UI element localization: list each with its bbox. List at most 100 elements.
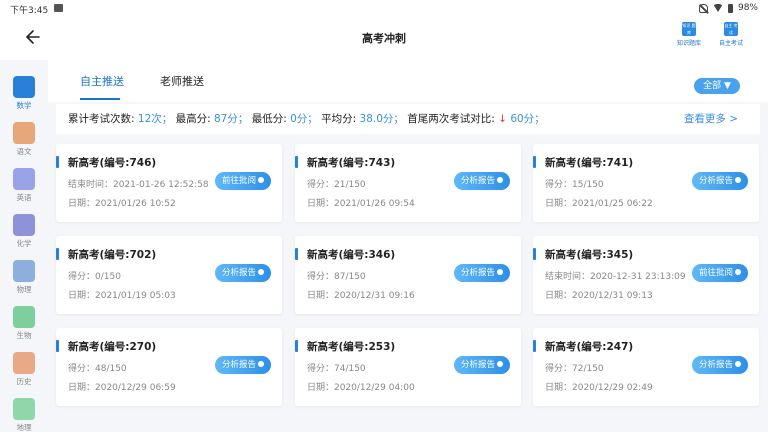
- exam-card[interactable]: 新高考(编号:746) 结束时间：2021-01-26 12:52:58 日期：20…: [56, 144, 282, 222]
- card-action-button[interactable]: 前往批阅: [692, 264, 748, 282]
- battery-level: 98%: [737, 3, 758, 13]
- sidebar-item-6[interactable]: 历史: [0, 352, 48, 387]
- card-line1: 得分：48/150: [68, 364, 127, 374]
- exam-card[interactable]: 新高考(编号:741) 得分：15/150 日期：2021/01/25 06:22 分…: [533, 144, 759, 222]
- card-date: 日期：2021/01/26 09:54: [307, 199, 415, 209]
- sidebar-item-label: 英语: [16, 193, 32, 202]
- card-action-button[interactable]: 分析报告: [215, 264, 271, 282]
- tab-teacher-push[interactable]: 老师推送: [160, 73, 204, 89]
- sidebar-item-7[interactable]: 地理: [0, 398, 48, 433]
- sidebar-item-label: 地理: [16, 423, 32, 432]
- exam-card[interactable]: 新高考(编号:743) 得分：21/150 日期：2021/01/26 09:54 分…: [295, 144, 521, 222]
- card-action-label: 分析报告: [698, 176, 733, 186]
- card-action-label: 分析报告: [460, 268, 495, 278]
- card-action-label: 分析报告: [698, 360, 733, 370]
- card-line1: 得分：74/150: [307, 364, 366, 374]
- card-action-label: 分析报告: [221, 360, 256, 370]
- card-line1: 得分：87/150: [307, 272, 366, 282]
- card-accent-bar: [56, 340, 59, 352]
- sidebar-item-label: 数学: [16, 101, 32, 110]
- sidebar-item-3[interactable]: 化学: [0, 214, 48, 249]
- card-action-label: 分析报告: [460, 176, 495, 186]
- card-action-button[interactable]: 分析报告: [692, 172, 748, 190]
- max-score-value: 87分: [214, 113, 238, 125]
- chevron-right-icon: [497, 361, 503, 367]
- chevron-right-icon: [497, 177, 503, 183]
- sidebar-item-4[interactable]: 物理: [0, 260, 48, 295]
- max-score-label: 最高分:: [175, 113, 211, 125]
- subject-icon: [13, 352, 35, 374]
- card-accent-bar: [295, 156, 298, 168]
- card-title: 新高考(编号:741): [545, 157, 634, 169]
- card-date: 日期：2020/12/31 09:13: [545, 291, 653, 301]
- card-action-button[interactable]: 分析报告: [692, 356, 748, 374]
- filter-all-dropdown[interactable]: 全部 ▼: [694, 78, 740, 94]
- separator: ；: [393, 113, 404, 125]
- card-date: 日期：2020/12/29 06:59: [68, 383, 176, 393]
- card-line1: 结束时间：2020-12-31 23:13:09: [545, 272, 686, 282]
- compare-label: 首尾两次考试对比:: [407, 113, 495, 125]
- self-exam-icon: 自主 考试: [724, 22, 738, 36]
- subject-icon: [13, 168, 35, 190]
- knowledge-bank-label: 知识题库: [676, 40, 701, 47]
- exam-card[interactable]: 新高考(编号:346) 得分：87/150 日期：2020/12/31 09:16 分…: [295, 236, 521, 314]
- battery-icon: [727, 3, 733, 13]
- card-action-button[interactable]: 分析报告: [454, 356, 510, 374]
- card-title: 新高考(编号:746): [68, 157, 157, 169]
- bell-off-icon: [698, 3, 708, 13]
- separator: ；: [307, 113, 318, 125]
- compare-value: 60分: [510, 113, 535, 125]
- active-tab-indicator: [80, 98, 120, 100]
- exam-card[interactable]: 新高考(编号:270) 得分：48/150 日期：2020/12/29 06:59 分…: [56, 328, 282, 406]
- sidebar-item-label: 历史: [16, 377, 32, 386]
- view-more-link[interactable]: 查看更多 >: [684, 104, 738, 134]
- down-arrow-icon: ↓: [498, 113, 507, 125]
- min-score-label: 最低分:: [251, 113, 287, 125]
- exam-card[interactable]: 新高考(编号:247) 得分：72/150 日期：2020/12/29 02:49 分…: [533, 328, 759, 406]
- sidebar-item-label: 化学: [16, 239, 32, 248]
- subject-icon: [13, 214, 35, 236]
- sidebar-item-label: 生物: [16, 331, 32, 340]
- card-action-button[interactable]: 分析报告: [454, 172, 510, 190]
- card-accent-bar: [56, 156, 59, 168]
- sidebar-item-0[interactable]: 数学: [0, 76, 48, 111]
- separator: ；: [534, 113, 545, 125]
- card-action-button[interactable]: 分析报告: [454, 264, 510, 282]
- avg-score-value: 38.0分: [359, 113, 394, 125]
- exam-card[interactable]: 新高考(编号:702) 得分：0/150 日期：2021/01/19 05:03 分析…: [56, 236, 282, 314]
- chevron-right-icon: [258, 269, 264, 275]
- subject-sidebar: 数学语文英语化学物理生物历史地理: [0, 60, 48, 432]
- exam-card[interactable]: 新高考(编号:345) 结束时间：2020-12-31 23:13:09 日期：20…: [533, 236, 759, 314]
- card-line1: 得分：72/150: [545, 364, 604, 374]
- separator: ；: [161, 113, 173, 125]
- exam-count-value: 12次: [137, 113, 162, 125]
- sidebar-item-label: 物理: [16, 285, 32, 294]
- knowledge-bank-icon: 知识 题库: [682, 22, 696, 36]
- self-exam-label: 自主考试: [718, 40, 743, 47]
- card-line1: 得分：15/150: [545, 180, 604, 190]
- card-date: 日期：2021/01/25 06:22: [545, 199, 653, 209]
- chevron-right-icon: [258, 361, 264, 367]
- sidebar-item-1[interactable]: 语文: [0, 122, 48, 157]
- card-action-button[interactable]: 前往批阅: [215, 172, 271, 190]
- chevron-right-icon: [258, 177, 264, 183]
- card-title: 新高考(编号:253): [307, 341, 396, 353]
- card-action-button[interactable]: 分析报告: [215, 356, 271, 374]
- status-bar: 下午3:45 98%: [0, 0, 768, 18]
- card-date: 日期：2021/01/19 05:03: [68, 291, 176, 301]
- knowledge-bank-button[interactable]: 知识 题库 知识题库: [672, 22, 706, 47]
- wifi-icon: [712, 3, 723, 13]
- card-accent-bar: [295, 340, 298, 352]
- sidebar-item-label: 语文: [16, 147, 32, 156]
- card-title: 新高考(编号:270): [68, 341, 157, 353]
- card-action-label: 分析报告: [460, 360, 495, 370]
- card-title: 新高考(编号:743): [307, 157, 396, 169]
- sidebar-item-5[interactable]: 生物: [0, 306, 48, 341]
- subject-icon: [13, 398, 35, 420]
- chevron-right-icon: [497, 269, 503, 275]
- exam-card[interactable]: 新高考(编号:253) 得分：74/150 日期：2020/12/29 04:00 分…: [295, 328, 521, 406]
- sidebar-item-2[interactable]: 英语: [0, 168, 48, 203]
- self-exam-button[interactable]: 自主 考试 自主考试: [714, 22, 748, 47]
- card-accent-bar: [295, 248, 298, 260]
- tab-self-push[interactable]: 自主推送: [80, 73, 124, 89]
